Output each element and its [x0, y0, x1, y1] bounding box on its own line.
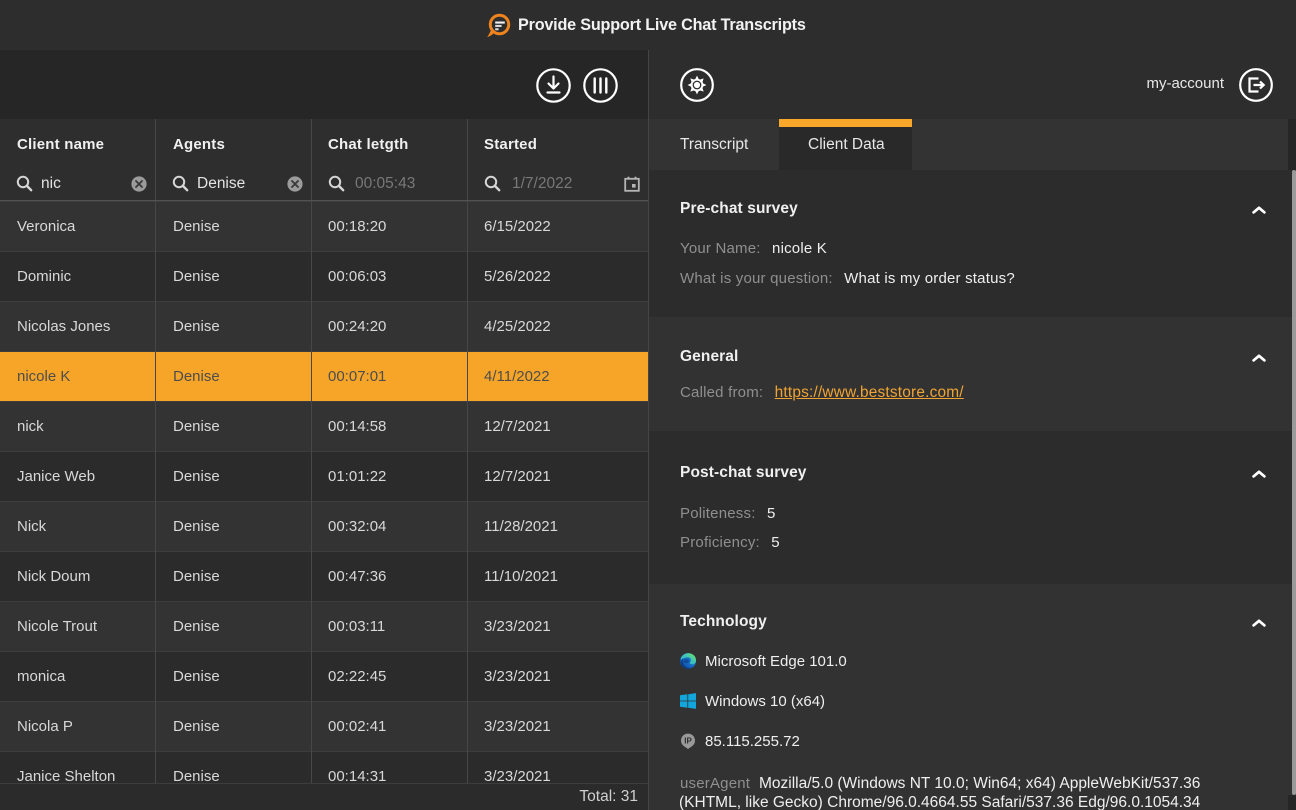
svg-text:IP: IP [684, 737, 692, 746]
